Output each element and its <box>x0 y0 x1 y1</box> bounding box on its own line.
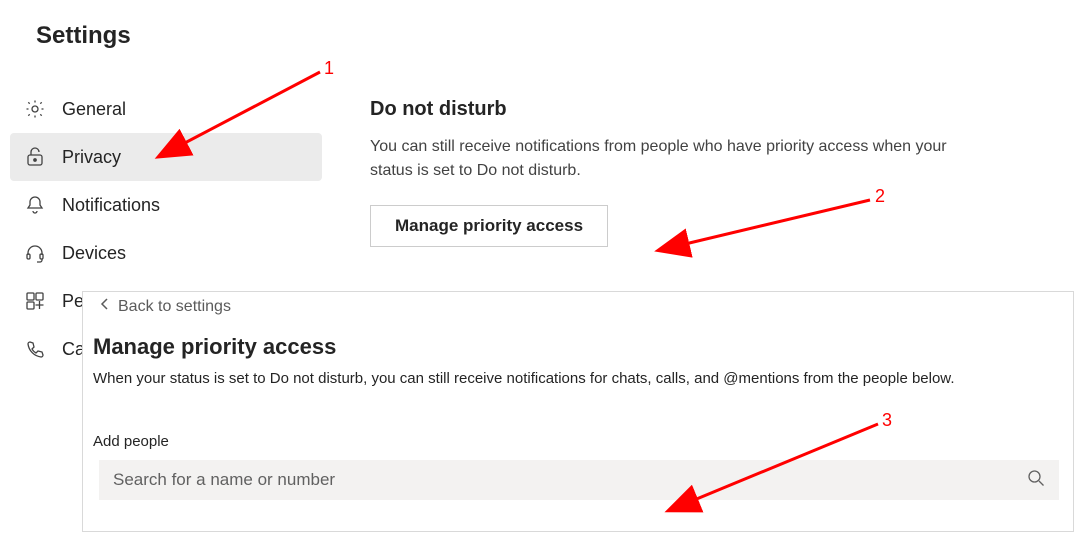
annotation-3: 3 <box>882 410 892 431</box>
dnd-section-description: You can still receive notifications from… <box>370 135 960 183</box>
search-input[interactable] <box>113 470 1017 490</box>
phone-icon <box>24 338 46 360</box>
sidebar-item-privacy[interactable]: Privacy <box>10 133 322 181</box>
lock-icon <box>24 146 46 168</box>
sidebar-item-label: Devices <box>62 243 126 264</box>
apps-icon <box>24 290 46 312</box>
manage-priority-access-button[interactable]: Manage priority access <box>370 205 608 247</box>
search-icon <box>1027 469 1045 492</box>
page-title: Settings <box>0 0 1080 50</box>
back-link-label: Back to settings <box>118 298 231 316</box>
sidebar-item-general[interactable]: General <box>10 85 322 133</box>
overlay-description: When your status is set to Do not distur… <box>89 370 1067 387</box>
sidebar-item-notifications[interactable]: Notifications <box>10 181 322 229</box>
sidebar-item-label: Notifications <box>62 195 160 216</box>
annotation-1: 1 <box>324 58 334 79</box>
bell-icon <box>24 194 46 216</box>
back-to-settings-link[interactable]: Back to settings <box>100 297 231 316</box>
gear-icon <box>24 98 46 120</box>
main-content: Do not disturb You can still receive not… <box>370 98 1030 247</box>
add-people-label: Add people <box>89 433 1067 450</box>
add-people-search[interactable] <box>99 460 1059 500</box>
annotation-2: 2 <box>875 186 885 207</box>
overlay-title: Manage priority access <box>89 328 1067 370</box>
sidebar-item-label: General <box>62 99 126 120</box>
sidebar-item-label: Pe <box>62 291 84 312</box>
sidebar-item-label: Privacy <box>62 147 121 168</box>
manage-priority-access-panel: Manage priority access When your status … <box>82 291 1074 532</box>
chevron-left-icon <box>100 297 110 316</box>
sidebar-item-devices[interactable]: Devices <box>10 229 322 277</box>
dnd-section-title: Do not disturb <box>370 98 1030 121</box>
headset-icon <box>24 242 46 264</box>
